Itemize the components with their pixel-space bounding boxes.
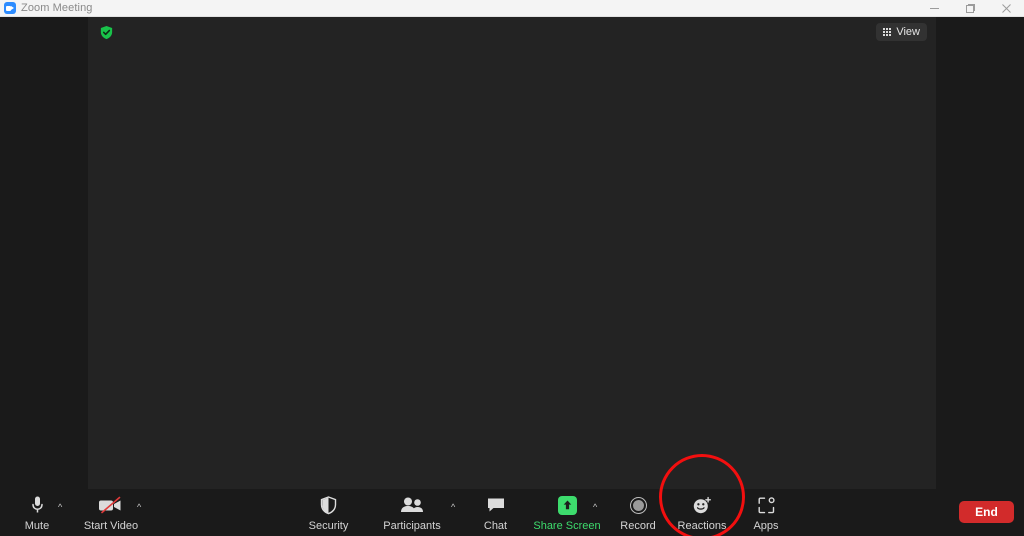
end-meeting-button[interactable]: End — [959, 501, 1014, 523]
camera-off-icon — [98, 494, 124, 516]
microphone-icon — [30, 494, 45, 516]
people-icon — [399, 494, 425, 516]
toolbar-item-apps[interactable]: Apps — [748, 494, 784, 532]
toolbar-label-start-video: Start Video — [83, 520, 139, 532]
zoom-meeting-window: Zoom Meeting View Mute ^ Start Video ^ S… — [0, 0, 1024, 536]
maximize-button[interactable] — [952, 0, 988, 17]
title-bar: Zoom Meeting — [0, 0, 1024, 17]
speech-bubble-icon — [486, 494, 506, 516]
toolbar-item-chat[interactable]: Chat — [478, 494, 513, 532]
toolbar-label-record: Record — [620, 520, 656, 532]
toolbar-label-mute: Mute — [24, 520, 50, 532]
smiley-plus-icon — [692, 494, 712, 516]
shield-icon — [320, 494, 337, 516]
toolbar-item-share-screen[interactable]: Share Screen — [530, 494, 604, 532]
share-screen-options-caret[interactable]: ^ — [593, 503, 597, 512]
toolbar-label-participants: Participants — [383, 520, 441, 532]
zoom-camera-icon — [4, 2, 16, 14]
window-title: Zoom Meeting — [21, 2, 93, 14]
view-button[interactable]: View — [876, 23, 927, 41]
close-button[interactable] — [988, 0, 1024, 17]
view-button-label: View — [896, 25, 920, 38]
mute-options-caret[interactable]: ^ — [58, 503, 62, 512]
green-shield-check-icon[interactable] — [99, 25, 114, 40]
grid-view-icon — [883, 28, 892, 36]
window-controls — [916, 0, 1024, 17]
meeting-toolbar: Mute ^ Start Video ^ Security Participan… — [0, 489, 1024, 536]
title-bar-left: Zoom Meeting — [0, 2, 93, 14]
record-circle-icon — [629, 494, 647, 516]
toolbar-item-record[interactable]: Record — [617, 494, 659, 532]
toolbar-item-mute[interactable]: Mute — [18, 494, 56, 532]
toolbar-label-chat: Chat — [483, 520, 508, 532]
toolbar-label-security: Security — [308, 520, 349, 532]
video-stage: View — [88, 17, 936, 489]
toolbar-item-start-video[interactable]: Start Video — [84, 494, 138, 532]
participants-options-caret[interactable]: ^ — [451, 503, 455, 512]
minimize-button[interactable] — [916, 0, 952, 17]
toolbar-label-apps: Apps — [753, 520, 779, 532]
share-screen-up-arrow-icon — [557, 494, 577, 516]
apps-frame-icon — [757, 494, 776, 516]
toolbar-label-reactions: Reactions — [677, 520, 727, 532]
toolbar-label-share-screen: Share Screen — [533, 520, 601, 532]
toolbar-item-security[interactable]: Security — [306, 494, 351, 532]
toolbar-item-reactions[interactable]: Reactions — [674, 494, 730, 532]
toolbar-item-participants[interactable]: Participants — [378, 494, 446, 532]
start-video-options-caret[interactable]: ^ — [137, 503, 141, 512]
